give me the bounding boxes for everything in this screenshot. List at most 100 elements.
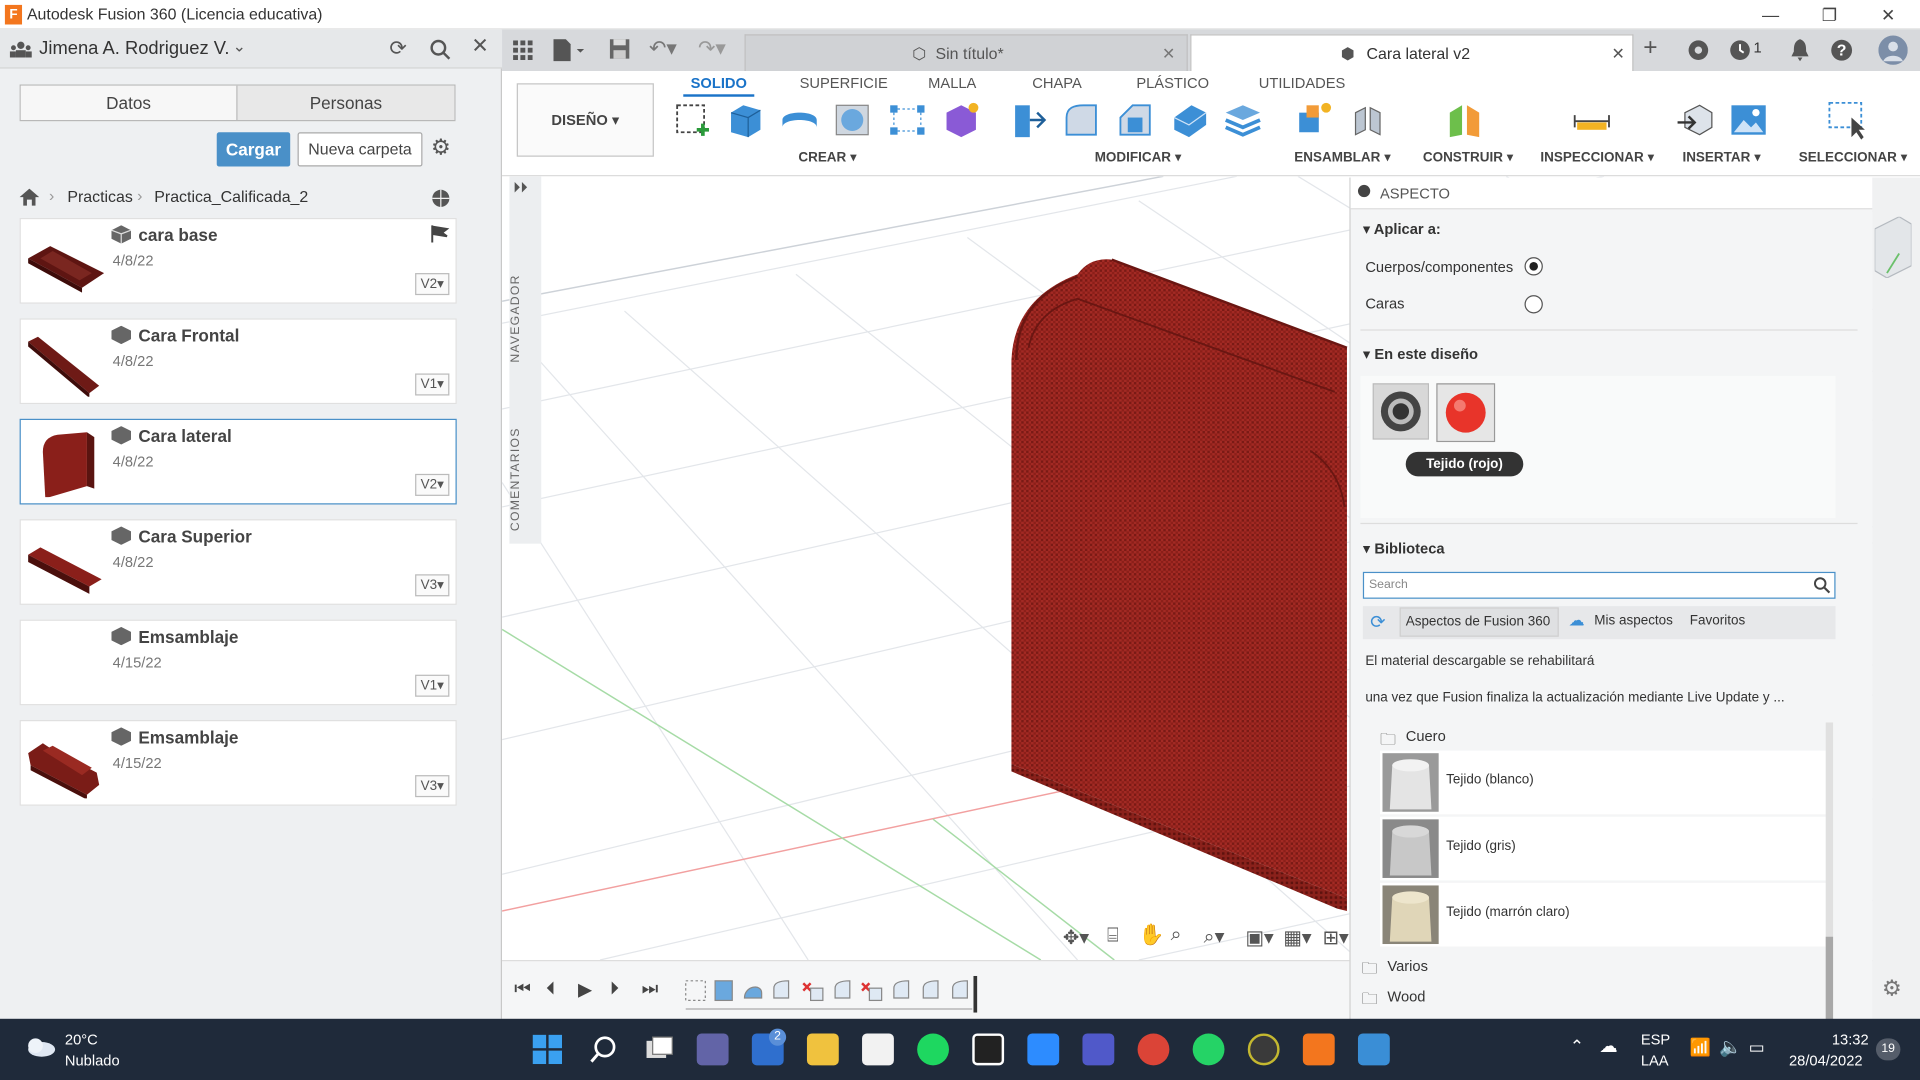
grid-settings-icon[interactable]: ▦▾	[1283, 926, 1311, 950]
tab-fusion-appearances[interactable]: Aspectos de Fusion 360	[1399, 607, 1559, 637]
chevron-down-icon[interactable]: ⌄	[233, 37, 246, 57]
help-icon[interactable]: ?	[1831, 39, 1853, 61]
refresh-icon[interactable]: ⟳	[389, 37, 406, 61]
shell-icon[interactable]	[1169, 100, 1208, 139]
tab-plastico[interactable]: PLÁSTICO	[1136, 75, 1209, 92]
tab-chapa[interactable]: CHAPA	[1032, 75, 1082, 92]
file-card-cara-frontal[interactable]: Cara Frontal 4/8/22 V1▾	[19, 318, 457, 405]
select-icon[interactable]	[1827, 100, 1866, 140]
file-explorer-icon[interactable]	[806, 1033, 839, 1066]
fillet-icon[interactable]	[1062, 100, 1101, 139]
material-swatch-red-fabric[interactable]	[1436, 383, 1496, 443]
tab-cara-lateral[interactable]: ⬢ Cara lateral v2 ✕	[1190, 34, 1634, 72]
collapse-icon[interactable]	[1357, 184, 1371, 198]
battery-icon[interactable]: ▭	[1749, 1037, 1765, 1058]
chat-icon[interactable]	[696, 1033, 729, 1066]
viewcube[interactable]	[1874, 216, 1912, 278]
user-name[interactable]: Jimena A. Rodriguez V.	[39, 38, 229, 59]
pan-hand-icon[interactable]: ✋	[1139, 923, 1165, 947]
fit-zoom-icon[interactable]: ⌕▾	[1204, 924, 1225, 948]
task-view-icon[interactable]	[644, 1035, 673, 1064]
redo-icon[interactable]: ↷▾	[698, 37, 726, 61]
breadcrumb-practicas[interactable]: Practicas	[67, 187, 132, 205]
construct-plane-icon[interactable]	[1445, 100, 1484, 139]
material-row-marron-claro[interactable]: Tejido (marrón claro)	[1380, 882, 1826, 947]
expand-icon[interactable]: ⏵⏵	[513, 179, 528, 197]
tab-malla[interactable]: MALLA	[928, 75, 976, 92]
group-inspeccionar[interactable]: INSPECCIONAR ▾	[1540, 149, 1654, 166]
app-w-icon[interactable]	[972, 1033, 1005, 1066]
app-circle-icon[interactable]	[1247, 1033, 1280, 1066]
team-icon[interactable]	[9, 40, 32, 58]
language-primary[interactable]: ESP	[1641, 1031, 1670, 1048]
file-card-emsamblaje-1[interactable]: Emsamblaje 4/15/22 V1▾	[19, 619, 457, 706]
joint-icon[interactable]	[1348, 100, 1387, 139]
refresh-icon[interactable]: ⟳	[1370, 611, 1385, 633]
tab-superficie[interactable]: SUPERFICIE	[800, 75, 888, 92]
new-folder-button[interactable]: Nueva carpeta	[297, 132, 423, 167]
folder-cuero[interactable]: Cuero	[1406, 727, 1446, 744]
in-design-section[interactable]: ▾ En este diseño	[1363, 345, 1478, 362]
avatar[interactable]	[1878, 35, 1908, 65]
insert-derive-icon[interactable]	[1675, 100, 1714, 139]
home-icon[interactable]	[19, 188, 40, 206]
orbit-pan-icon[interactable]: ✥▾	[1063, 926, 1089, 950]
version-badge[interactable]: V2▾	[415, 273, 450, 296]
tab-my-appearances[interactable]: Mis aspectos	[1594, 613, 1673, 628]
radio-faces[interactable]	[1524, 295, 1543, 314]
flag-icon[interactable]	[430, 225, 450, 243]
material-row-blanco[interactable]: Tejido (blanco)	[1380, 750, 1826, 815]
fusion-taskbar-icon[interactable]	[1302, 1033, 1335, 1066]
go-to-end-icon[interactable]: ⏭	[642, 978, 659, 999]
file-menu-icon[interactable]	[553, 39, 585, 62]
photos-icon[interactable]	[1357, 1033, 1390, 1066]
folder-wood[interactable]: Wood	[1387, 988, 1425, 1005]
search-icon[interactable]	[1813, 577, 1831, 594]
onedrive-icon[interactable]: ☁	[1599, 1035, 1617, 1057]
version-badge[interactable]: V3▾	[415, 574, 450, 597]
group-construir[interactable]: CONSTRUIR ▾	[1423, 149, 1514, 166]
combine-icon[interactable]	[1223, 100, 1262, 139]
library-section[interactable]: ▾ Biblioteca	[1363, 540, 1445, 557]
new-tab-icon[interactable]: +	[1643, 34, 1657, 62]
zoom-icon[interactable]: ⌕	[1171, 924, 1182, 946]
version-badge[interactable]: V1▾	[415, 373, 450, 396]
comments-label[interactable]: COMENTARIOS	[509, 427, 522, 531]
group-ensamblar[interactable]: ENSAMBLAR ▾	[1294, 149, 1391, 166]
go-to-start-icon[interactable]: ⏮	[514, 978, 531, 999]
chrome-icon[interactable]	[1137, 1033, 1170, 1066]
look-at-icon[interactable]: ⌸	[1107, 926, 1119, 948]
tab-sin-titulo[interactable]: ⬡ Sin título* ✕	[744, 34, 1188, 72]
group-modificar[interactable]: MODIFICAR ▾	[1095, 149, 1182, 166]
undo-icon[interactable]: ↶▾	[649, 37, 677, 61]
timeline-features[interactable]	[683, 975, 989, 1013]
insert-canvas-icon[interactable]	[1729, 100, 1768, 139]
job-status-icon[interactable]	[1729, 39, 1751, 61]
group-insertar[interactable]: INSERTAR ▾	[1682, 149, 1760, 166]
wifi-icon[interactable]: 📶	[1690, 1037, 1711, 1058]
tab-solido[interactable]: SOLIDO	[683, 75, 755, 97]
save-icon[interactable]	[609, 39, 630, 59]
viewports-icon[interactable]: ⊞▾	[1322, 926, 1348, 950]
tab-utilidades[interactable]: UTILIDADES	[1259, 75, 1346, 92]
clock-time[interactable]: 13:32	[1832, 1031, 1869, 1048]
volume-icon[interactable]: 🔈	[1719, 1036, 1742, 1058]
close-panel-icon[interactable]: ✕	[471, 34, 488, 58]
material-row-gris[interactable]: Tejido (gris)	[1380, 816, 1826, 881]
restore-button[interactable]: ❐	[1805, 2, 1854, 26]
gear-icon[interactable]: ⚙	[1882, 976, 1902, 1002]
whatsapp-icon[interactable]	[1192, 1033, 1225, 1066]
folder-varios[interactable]: Varios	[1387, 958, 1428, 975]
revolve-icon[interactable]	[780, 100, 819, 139]
create-form-icon[interactable]	[942, 100, 981, 139]
step-forward-icon[interactable]: ⏵	[610, 978, 619, 999]
breadcrumb-practica-calificada[interactable]: Practica_Calificada_2	[154, 187, 308, 205]
search-icon[interactable]	[589, 1035, 618, 1064]
app-grid-icon[interactable]	[513, 40, 533, 61]
gear-icon[interactable]: ⚙	[431, 135, 451, 161]
version-badge[interactable]: V3▾	[415, 775, 450, 798]
upload-button[interactable]: Cargar	[216, 132, 291, 167]
close-window-button[interactable]: ✕	[1864, 2, 1913, 26]
library-search-input[interactable]: Search	[1362, 571, 1836, 599]
apply-to-section[interactable]: ▾ Aplicar a:	[1363, 220, 1441, 237]
